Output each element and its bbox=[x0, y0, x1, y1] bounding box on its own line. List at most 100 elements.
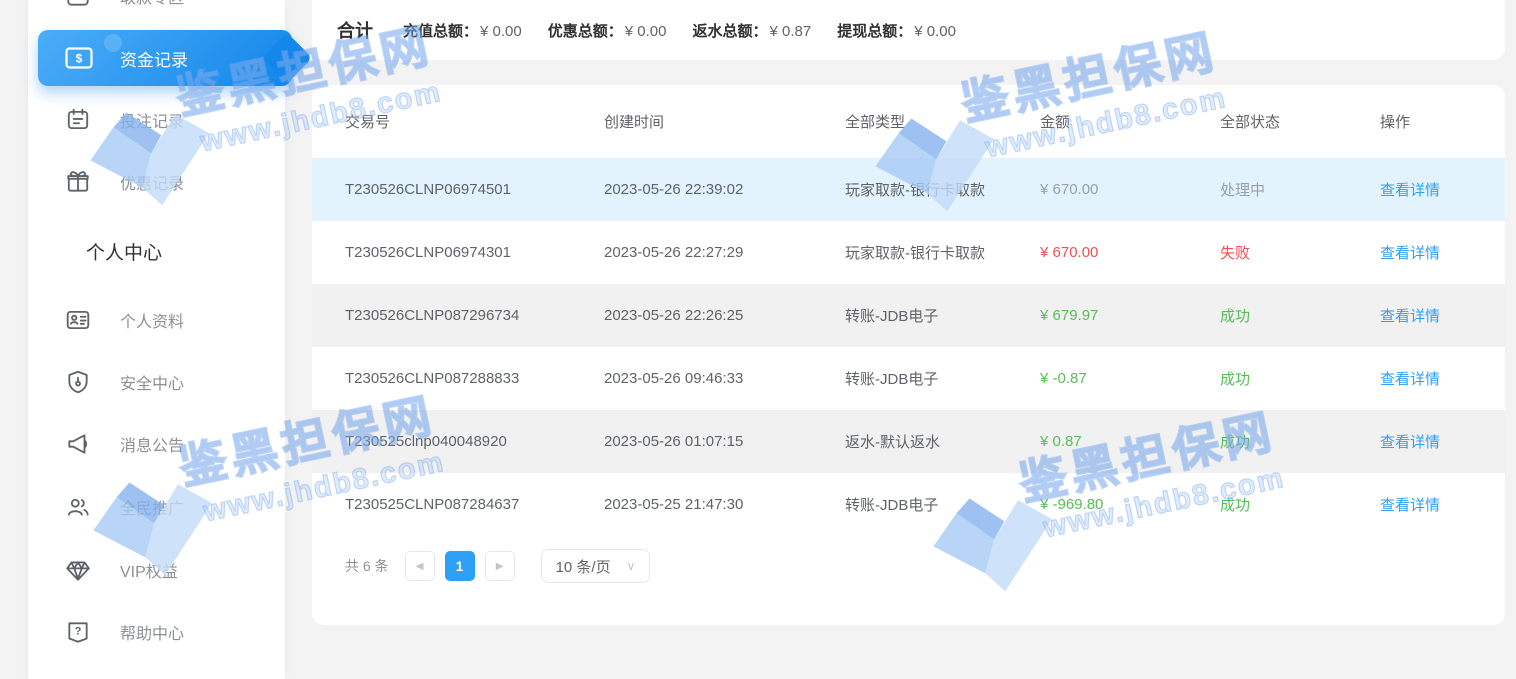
amount: ¥ 0.87 bbox=[1040, 433, 1220, 450]
table-row[interactable]: T230526CLNP0872888332023-05-26 09:46:33转… bbox=[312, 347, 1505, 410]
column-header: 全部类型 bbox=[845, 111, 1040, 132]
view-details-link[interactable]: 查看详情 bbox=[1380, 245, 1440, 262]
transaction-id: T230526CLNP087288833 bbox=[345, 370, 604, 387]
sidebar-item-label: 取款专区 bbox=[120, 0, 184, 8]
sidebar-item-label: 消息公告 bbox=[120, 432, 184, 456]
created-time: 2023-05-26 09:46:33 bbox=[604, 370, 845, 387]
sidebar-item-funds-record[interactable]: $ 资金记录 bbox=[38, 30, 292, 86]
page-size-select[interactable]: 10 条/页 ∨ bbox=[541, 549, 651, 583]
transaction-id: T230525clnp040048920 bbox=[345, 433, 604, 450]
sidebar-item-label: 全民推广 bbox=[120, 495, 184, 519]
created-time: 2023-05-26 22:39:02 bbox=[604, 181, 845, 198]
amount: ¥ -0.87 bbox=[1040, 370, 1220, 387]
stat-label: 优惠总额： bbox=[548, 23, 623, 40]
megaphone-icon bbox=[65, 431, 91, 457]
wallet-icon bbox=[65, 0, 91, 9]
transaction-id: T230526CLNP087296734 bbox=[345, 307, 604, 324]
sidebar-item-messages[interactable]: 消息公告 bbox=[28, 420, 285, 468]
totals-summary-bar: 合计 充值总额：¥ 0.00优惠总额：¥ 0.00返水总额：¥ 0.87提现总额… bbox=[312, 0, 1505, 60]
amount: ¥ 670.00 bbox=[1040, 244, 1220, 261]
table-body: T230526CLNP069745012023-05-26 22:39:02玩家… bbox=[312, 158, 1505, 536]
column-header: 全部状态 bbox=[1220, 111, 1380, 132]
table-row[interactable]: T230526CLNP069745012023-05-26 22:39:02玩家… bbox=[312, 158, 1505, 221]
gift-icon bbox=[65, 169, 91, 195]
diamond-icon bbox=[65, 557, 91, 583]
stat-value: ¥ 0.00 bbox=[625, 23, 667, 40]
column-header: 操作 bbox=[1380, 111, 1505, 132]
calendar-list-icon bbox=[65, 107, 91, 133]
transaction-type: 转账-JDB电子 bbox=[845, 368, 1040, 389]
view-details-link[interactable]: 查看详情 bbox=[1380, 434, 1440, 451]
sidebar-section-personal-center: 个人中心 bbox=[86, 238, 162, 265]
sidebar-item-label: 个人资料 bbox=[120, 308, 184, 332]
sidebar-item-label: VIP权益 bbox=[120, 558, 178, 582]
summary-stats: 充值总额：¥ 0.00优惠总额：¥ 0.00返水总额：¥ 0.87提现总额：¥ … bbox=[403, 20, 956, 41]
banknote-icon: $ bbox=[65, 47, 93, 69]
prev-arrow-icon: ◀ bbox=[416, 561, 424, 572]
chevron-down-icon: ∨ bbox=[627, 559, 636, 573]
amount: ¥ 679.97 bbox=[1040, 307, 1220, 324]
view-details-link[interactable]: 查看详情 bbox=[1380, 308, 1440, 325]
sidebar-item-label: 资金记录 bbox=[120, 46, 188, 71]
view-details-link[interactable]: 查看详情 bbox=[1380, 371, 1440, 388]
id-card-icon bbox=[65, 307, 91, 333]
transaction-id: T230526CLNP06974501 bbox=[345, 181, 604, 198]
next-arrow-icon: ▶ bbox=[496, 561, 504, 572]
svg-text:$: $ bbox=[76, 52, 83, 66]
column-header: 交易号 bbox=[345, 111, 604, 132]
shield-key-icon bbox=[65, 369, 91, 395]
stat-label: 充值总额： bbox=[403, 23, 478, 40]
stat-value: ¥ 0.87 bbox=[769, 23, 811, 40]
summary-stat: 提现总额：¥ 0.00 bbox=[837, 20, 956, 41]
page-size-value: 10 条/页 bbox=[556, 556, 611, 577]
sidebar-item-label: 帮助中心 bbox=[120, 620, 184, 644]
amount: ¥ 670.00 bbox=[1040, 181, 1220, 198]
transaction-type: 玩家取款-银行卡取款 bbox=[845, 242, 1040, 263]
total-count-label: 共 6 条 bbox=[345, 556, 389, 576]
transaction-id: T230525CLNP087284637 bbox=[345, 496, 604, 513]
transaction-id: T230526CLNP06974301 bbox=[345, 244, 604, 261]
sidebar-item-label: 安全中心 bbox=[120, 370, 184, 394]
transaction-type: 玩家取款-银行卡取款 bbox=[845, 179, 1040, 200]
view-details-link[interactable]: 查看详情 bbox=[1380, 497, 1440, 514]
amount: ¥ -969.80 bbox=[1040, 496, 1220, 513]
sidebar-item-label: 优惠记录 bbox=[120, 170, 184, 194]
sidebar-item-security[interactable]: 安全中心 bbox=[28, 358, 285, 406]
created-time: 2023-05-25 21:47:30 bbox=[604, 496, 845, 513]
created-time: 2023-05-26 22:27:29 bbox=[604, 244, 845, 261]
stat-value: ¥ 0.00 bbox=[914, 23, 956, 40]
view-details-link[interactable]: 查看详情 bbox=[1380, 182, 1440, 199]
transaction-type: 转账-JDB电子 bbox=[845, 305, 1040, 326]
status: 成功 bbox=[1220, 431, 1380, 452]
summary-stat: 返水总额：¥ 0.87 bbox=[692, 20, 811, 41]
sidebar: 取款专区 $ 资金记录 投注记录 优惠记录 个人中心 个人资料 bbox=[28, 0, 285, 679]
table-row[interactable]: T230525clnp0400489202023-05-26 01:07:15返… bbox=[312, 410, 1505, 473]
next-page-button[interactable]: ▶ bbox=[485, 551, 515, 581]
summary-title: 合计 bbox=[337, 17, 373, 43]
table-row[interactable]: T230525CLNP0872846372023-05-25 21:47:30转… bbox=[312, 473, 1505, 536]
summary-stat: 优惠总额：¥ 0.00 bbox=[548, 20, 667, 41]
sidebar-item-withdraw-zone[interactable]: 取款专区 bbox=[28, 0, 285, 20]
prev-page-button[interactable]: ◀ bbox=[405, 551, 435, 581]
sidebar-item-referral[interactable]: 全民推广 bbox=[28, 483, 285, 531]
transaction-type: 返水-默认返水 bbox=[845, 431, 1040, 452]
created-time: 2023-05-26 22:26:25 bbox=[604, 307, 845, 324]
table-header-row: 交易号创建时间全部类型金额全部状态操作 bbox=[312, 85, 1505, 158]
summary-stat: 充值总额：¥ 0.00 bbox=[403, 20, 522, 41]
sidebar-item-promo-record[interactable]: 优惠记录 bbox=[28, 158, 285, 206]
page-1-button[interactable]: 1 bbox=[445, 551, 475, 581]
sidebar-item-label: 投注记录 bbox=[120, 108, 184, 132]
sidebar-item-help[interactable]: ? 帮助中心 bbox=[28, 608, 285, 656]
question-mark-icon: ? bbox=[65, 619, 91, 645]
table-row[interactable]: T230526CLNP069743012023-05-26 22:27:29玩家… bbox=[312, 221, 1505, 284]
pagination: 共 6 条 ◀ 1 ▶ 10 条/页 ∨ bbox=[345, 549, 1505, 583]
transaction-type: 转账-JDB电子 bbox=[845, 494, 1040, 515]
stat-label: 提现总额： bbox=[837, 23, 912, 40]
users-icon bbox=[65, 494, 91, 520]
status: 处理中 bbox=[1220, 179, 1380, 200]
sidebar-item-bet-record[interactable]: 投注记录 bbox=[28, 96, 285, 144]
table-row[interactable]: T230526CLNP0872967342023-05-26 22:26:25转… bbox=[312, 284, 1505, 347]
sidebar-item-vip[interactable]: VIP权益 bbox=[28, 546, 285, 594]
sidebar-item-profile[interactable]: 个人资料 bbox=[28, 296, 285, 344]
status: 成功 bbox=[1220, 494, 1380, 515]
